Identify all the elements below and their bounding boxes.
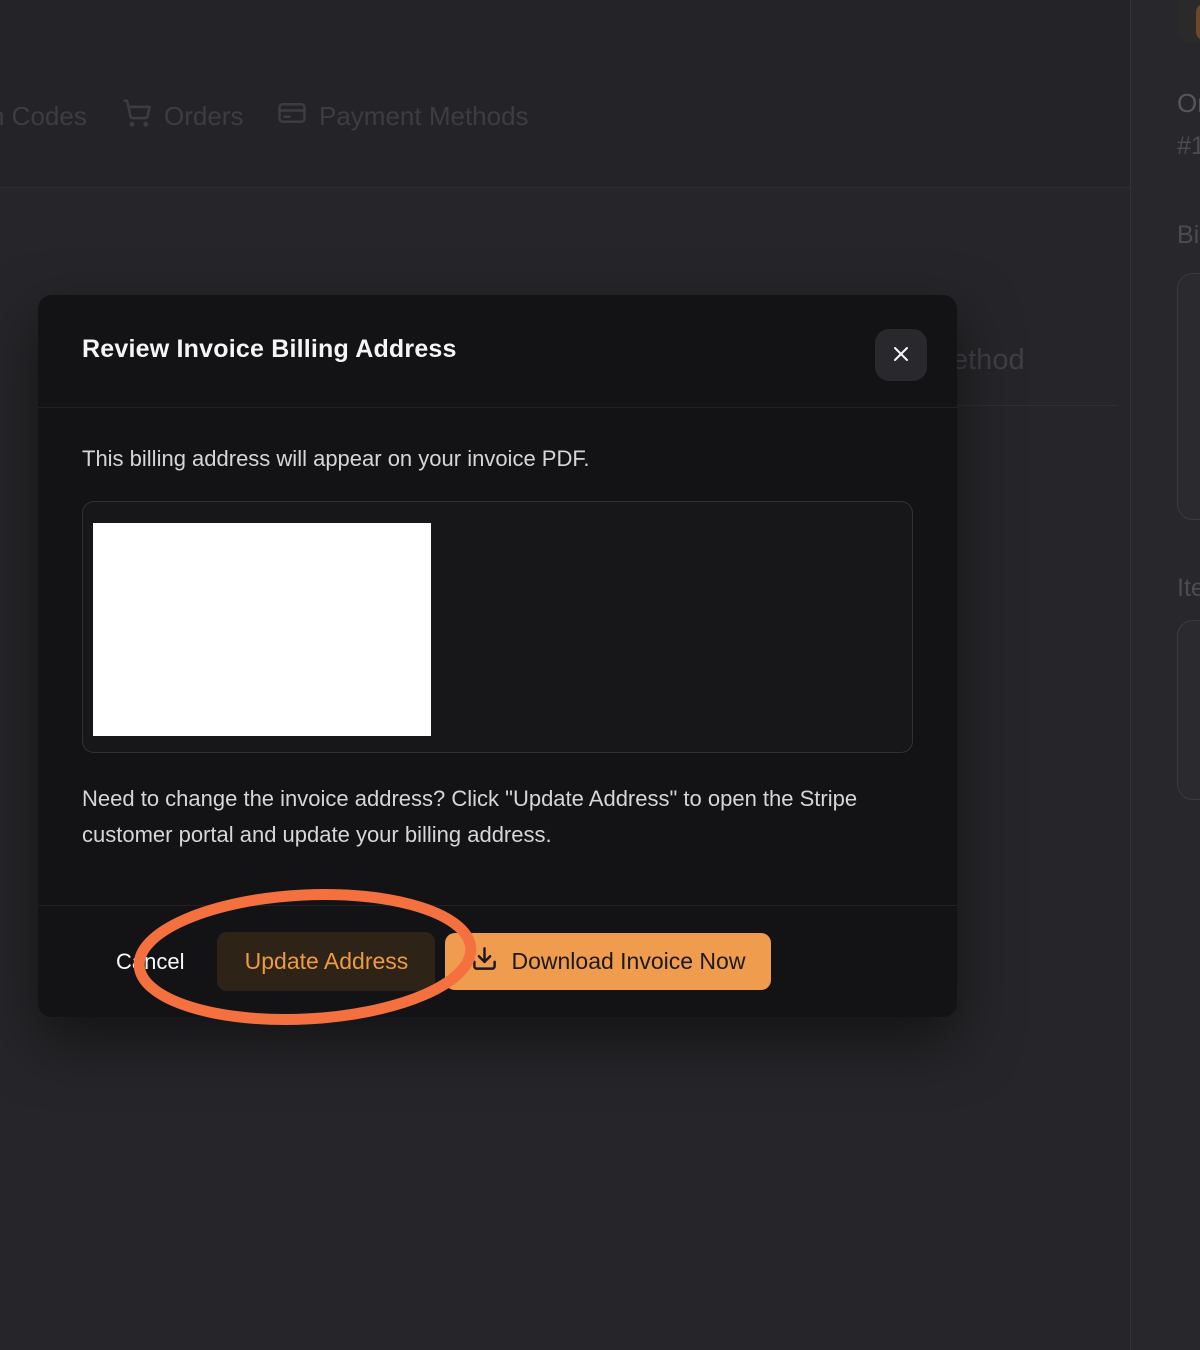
close-button[interactable]: [875, 329, 927, 381]
cancel-button[interactable]: Cancel: [98, 935, 202, 989]
x-icon: [889, 342, 913, 369]
sidebar-items-card: [1177, 620, 1200, 800]
cut-off-accent: [1196, 4, 1200, 40]
tab-orders-label: Orders: [164, 101, 243, 132]
download-icon: [471, 945, 498, 978]
tab-payment-methods-label: Payment Methods: [319, 101, 529, 132]
sidebar-order-number: #1: [1177, 132, 1200, 161]
sidebar-billing-label: Bil: [1177, 221, 1200, 250]
dialog-body: This billing address will appear on your…: [38, 446, 957, 853]
review-invoice-billing-address-dialog: Review Invoice Billing Address This bill…: [38, 295, 957, 1017]
section-divider: [940, 405, 1118, 406]
tab-payment-methods[interactable]: Payment Methods: [277, 96, 529, 136]
payment-method-heading-fragment: ethod: [952, 344, 1025, 377]
tab-codes[interactable]: n Codes: [0, 96, 87, 136]
tab-codes-label: n Codes: [0, 101, 87, 132]
screen: n Codes Orders Payment Methods ethod Or …: [0, 0, 1200, 1350]
dialog-header: Review Invoice Billing Address: [38, 295, 957, 408]
shopping-cart-icon: [122, 98, 152, 135]
credit-card-icon: [277, 98, 307, 135]
update-address-button[interactable]: Update Address: [217, 932, 435, 991]
sidebar-items-label: Ite: [1177, 574, 1200, 603]
intro-text: This billing address will appear on your…: [82, 446, 913, 472]
header-divider: [0, 187, 1130, 188]
redacted-address-block: [93, 523, 431, 736]
dialog-title: Review Invoice Billing Address: [82, 335, 457, 364]
billing-address-preview: [82, 501, 913, 753]
download-invoice-label: Download Invoice Now: [511, 948, 745, 975]
help-text: Need to change the invoice address? Clic…: [82, 781, 913, 853]
download-invoice-button[interactable]: Download Invoice Now: [445, 933, 771, 990]
tab-orders[interactable]: Orders: [122, 96, 243, 136]
sidebar-order-title: Or: [1177, 88, 1200, 119]
dialog-footer: Cancel Update Address Download Invoice N…: [38, 905, 957, 1017]
sidebar-billing-card: [1177, 273, 1200, 520]
